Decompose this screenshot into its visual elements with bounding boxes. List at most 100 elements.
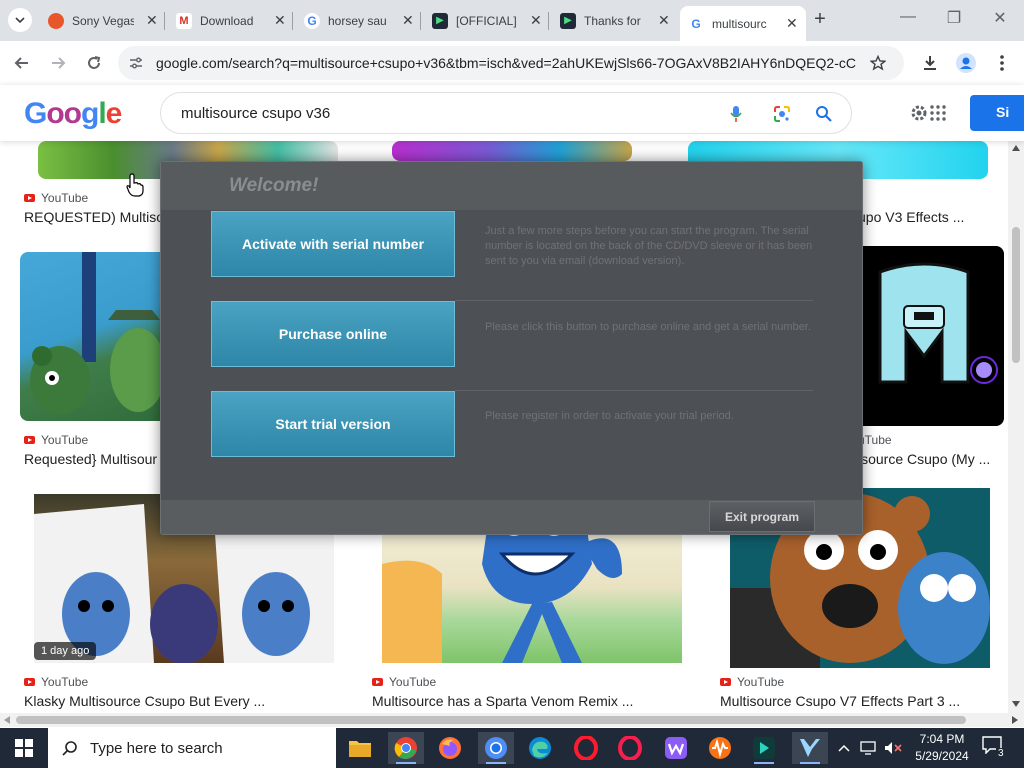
google-lens-icon[interactable] <box>773 105 791 123</box>
result-thumbnail[interactable] <box>392 141 632 161</box>
result-title[interactable]: upo V3 Effects ... <box>858 209 964 225</box>
close-icon[interactable]: ✕ <box>786 15 798 32</box>
result-source: YouTube <box>24 191 88 205</box>
browser-menu-button[interactable] <box>990 51 1014 75</box>
taskbar-capcut[interactable] <box>792 732 828 764</box>
volume-muted-icon[interactable] <box>884 741 902 755</box>
tab-thanks-for[interactable]: ▶ Thanks for ✕ <box>552 6 678 35</box>
tab-separator <box>164 12 165 30</box>
site-settings-icon[interactable] <box>128 55 144 71</box>
tab-multisource[interactable]: G multisourc ✕ <box>680 6 806 41</box>
taskbar-opera-gx[interactable] <box>612 732 648 764</box>
close-icon[interactable]: ✕ <box>146 12 158 29</box>
result-source: YouTube <box>720 675 784 689</box>
result-title[interactable]: Multisource has a Sparta Venom Remix ... <box>372 693 633 709</box>
horizontal-scrollbar[interactable] <box>0 713 1024 727</box>
downloads-button[interactable] <box>918 51 942 75</box>
hand-cursor-icon <box>126 173 144 197</box>
google-favicon-icon: G <box>688 15 704 32</box>
download-icon <box>924 56 936 70</box>
restore-button[interactable]: ❐ <box>934 8 974 28</box>
capcut-favicon-icon: ▶ <box>432 12 448 29</box>
result-title[interactable]: REQUESTED) Multiso <box>24 209 164 225</box>
exit-program-button[interactable]: Exit program <box>709 501 815 532</box>
close-window-button[interactable]: ✕ <box>980 8 1020 28</box>
result-title[interactable]: isource Csupo (My ... <box>858 451 990 467</box>
reload-button[interactable] <box>82 51 106 75</box>
taskbar-opera[interactable] <box>568 732 604 764</box>
minimize-button[interactable]: — <box>888 8 928 26</box>
taskbar-edge[interactable] <box>522 732 558 764</box>
scroll-down-icon[interactable] <box>1012 701 1020 707</box>
taskbar-audio-app[interactable] <box>702 732 738 764</box>
scroll-left-icon[interactable] <box>4 716 10 724</box>
sony-vegas-favicon-icon <box>48 12 64 29</box>
edge-icon <box>529 737 551 759</box>
close-icon[interactable]: ✕ <box>530 12 542 29</box>
time-badge: 1 day ago <box>34 642 97 660</box>
notification-center-button[interactable]: 3 <box>982 736 1006 760</box>
bookmark-star-icon[interactable] <box>870 55 886 71</box>
vertical-scroll-thumb[interactable] <box>1012 227 1020 363</box>
network-icon[interactable] <box>860 741 876 755</box>
media-app-icon <box>753 737 775 759</box>
windows-logo-icon <box>15 739 33 757</box>
activate-serial-button[interactable]: Activate with serial number <box>211 211 455 277</box>
new-tab-button[interactable]: + <box>808 8 832 31</box>
start-button[interactable] <box>0 728 48 768</box>
scroll-right-icon[interactable] <box>1012 716 1018 724</box>
youtube-icon <box>24 436 35 444</box>
search-input[interactable]: multisource csupo v36 <box>181 105 330 122</box>
cartoon-letter-m-image <box>878 262 998 384</box>
more-vertical-icon <box>1000 55 1004 71</box>
tab-search-button[interactable] <box>8 8 32 32</box>
purchase-online-button[interactable]: Purchase online <box>211 301 455 367</box>
address-bar[interactable]: google.com/search?q=multisource+csupo+v3… <box>118 46 904 80</box>
dialog-header: Welcome! <box>161 162 862 210</box>
google-logo[interactable]: Google <box>24 97 122 131</box>
tab-download[interactable]: M Download ✕ <box>168 6 294 35</box>
vertical-scrollbar[interactable] <box>1008 141 1024 713</box>
apps-grid-icon[interactable] <box>930 105 946 121</box>
scroll-up-icon[interactable] <box>1012 145 1020 151</box>
result-title[interactable]: Requested} Multisour <box>24 451 157 467</box>
close-icon[interactable]: ✕ <box>658 12 670 29</box>
taskbar-firefox[interactable] <box>432 732 468 764</box>
result-title[interactable]: Multisource Csupo V7 Effects Part 3 ... <box>720 693 960 709</box>
forward-arrow-icon <box>52 57 66 69</box>
close-icon[interactable]: ✕ <box>274 12 286 29</box>
tab-sony-vegas[interactable]: Sony Vegas ✕ <box>40 6 166 35</box>
taskbar-clock[interactable]: 7:04 PM 5/29/2024 <box>906 731 978 765</box>
taskbar-chrome[interactable] <box>388 732 424 764</box>
start-trial-button[interactable]: Start trial version <box>211 391 455 457</box>
result-thumbnail[interactable] <box>842 246 1004 426</box>
browser-toolbar: google.com/search?q=multisource+csupo+v3… <box>0 41 1024 85</box>
back-button[interactable] <box>10 51 34 75</box>
forward-button[interactable] <box>46 51 70 75</box>
result-title[interactable]: Klasky Multisource Csupo But Every ... <box>24 693 265 709</box>
microphone-icon[interactable] <box>729 105 743 123</box>
horizontal-scroll-thumb[interactable] <box>16 716 966 724</box>
search-icon[interactable] <box>815 105 833 123</box>
clock-time: 7:04 PM <box>919 732 965 746</box>
tab-title: [OFFICIAL] <box>456 13 517 28</box>
taskbar-media-app[interactable] <box>746 732 782 764</box>
chevron-up-icon[interactable] <box>838 744 850 752</box>
close-icon[interactable]: ✕ <box>402 12 414 29</box>
tab-title: multisourc <box>712 16 767 31</box>
taskbar-file-explorer[interactable] <box>342 732 378 764</box>
taskbar-search-box[interactable]: Type here to search <box>48 728 336 768</box>
settings-gear-icon[interactable] <box>909 103 929 123</box>
profile-button[interactable] <box>954 51 978 75</box>
search-box[interactable]: multisource csupo v36 <box>160 92 852 134</box>
tab-horsey-sauce[interactable]: G horsey sau ✕ <box>296 6 422 35</box>
result-source: uTube <box>858 433 892 447</box>
tab-official[interactable]: ▶ [OFFICIAL] ✕ <box>424 6 550 35</box>
google-header: Google multisource csupo v36 Si <box>0 85 1024 141</box>
taskbar-chrome-alt[interactable] <box>478 732 514 764</box>
taskbar-wattpad[interactable] <box>658 732 694 764</box>
sign-in-button[interactable]: Si <box>970 95 1024 131</box>
result-source: YouTube <box>24 433 88 447</box>
opera-icon <box>574 736 598 760</box>
dialog-title: Welcome! <box>229 175 319 196</box>
